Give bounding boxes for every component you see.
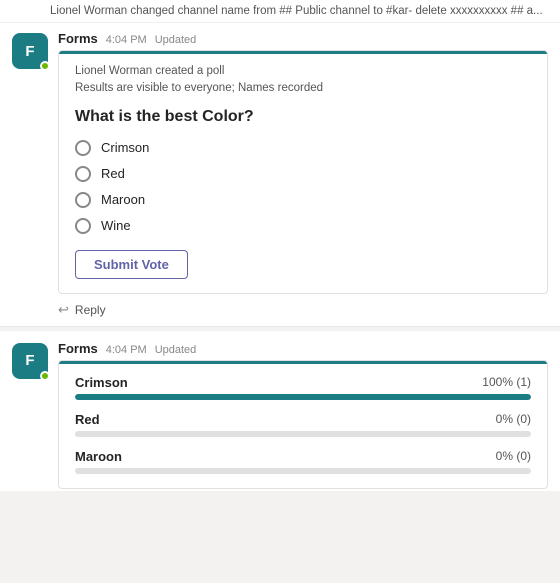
poll-question: What is the best Color? [75,108,531,126]
status-dot-2 [40,371,50,381]
poll-creator-info: Lionel Worman created a poll Results are… [75,63,531,98]
result-header-2: Maroon 0% (0) [75,449,531,464]
updated-badge-1: Updated [155,34,197,46]
creator-line2: Results are visible to everyone; Names r… [75,80,531,97]
top-notification-bar: Lionel Worman changed channel name from … [0,0,560,23]
result-name-1: Red [75,412,100,427]
reply-icon: ↩ [58,302,69,318]
sender-name-2: Forms [58,341,98,356]
result-header-0: Crimson 100% (1) [75,375,531,390]
creator-line1: Lionel Worman created a poll [75,63,531,80]
sender-name-1: Forms [58,31,98,46]
reply-row-1: ↩ Reply [0,296,560,327]
status-dot [40,61,50,71]
avatar-letter-2: F [25,352,34,369]
message-content-2: Forms 4:04 PM Updated Crimson 100% (1) R… [58,341,548,491]
poll-option-2: Maroon [75,192,531,208]
result-percent-2: 0% (0) [496,449,531,463]
poll-card: Lionel Worman created a poll Results are… [58,50,548,294]
poll-option-0: Crimson [75,140,531,156]
result-bar-bg-0 [75,394,531,400]
timestamp-2: 4:04 PM [106,344,147,356]
message-header-1: Forms 4:04 PM Updated [58,31,548,46]
result-bar-fill-0 [75,394,531,400]
results-card: Crimson 100% (1) Red 0% (0) Maroon [58,360,548,489]
reply-text[interactable]: Reply [75,303,106,317]
avatar-2: F [12,343,48,379]
updated-badge-2: Updated [155,344,197,356]
timestamp-1: 4:04 PM [106,34,147,46]
result-percent-1: 0% (0) [496,412,531,426]
result-name-2: Maroon [75,449,122,464]
radio-wine[interactable] [75,218,91,234]
option-label-2: Maroon [101,192,145,207]
result-bar-bg-2 [75,468,531,474]
notification-text: Lionel Worman changed channel name from … [50,5,543,17]
result-item-0: Crimson 100% (1) [75,375,531,400]
avatar-letter: F [25,43,34,60]
option-label-0: Crimson [101,140,149,155]
result-name-0: Crimson [75,375,128,390]
radio-crimson[interactable] [75,140,91,156]
message-row-2: F Forms 4:04 PM Updated Crimson 100% (1)… [0,331,560,491]
result-header-1: Red 0% (0) [75,412,531,427]
submit-vote-button[interactable]: Submit Vote [75,250,188,279]
result-bar-bg-1 [75,431,531,437]
radio-red[interactable] [75,166,91,182]
result-item-1: Red 0% (0) [75,412,531,437]
option-label-1: Red [101,166,125,181]
poll-option-3: Wine [75,218,531,234]
message-content-1: Forms 4:04 PM Updated Lionel Worman crea… [58,31,548,296]
poll-option-1: Red [75,166,531,182]
message-header-2: Forms 4:04 PM Updated [58,341,548,356]
result-percent-0: 100% (1) [482,375,531,389]
option-label-3: Wine [101,218,131,233]
message-row-1: F Forms 4:04 PM Updated Lionel Worman cr… [0,23,560,296]
radio-maroon[interactable] [75,192,91,208]
result-item-2: Maroon 0% (0) [75,449,531,474]
avatar: F [12,33,48,69]
